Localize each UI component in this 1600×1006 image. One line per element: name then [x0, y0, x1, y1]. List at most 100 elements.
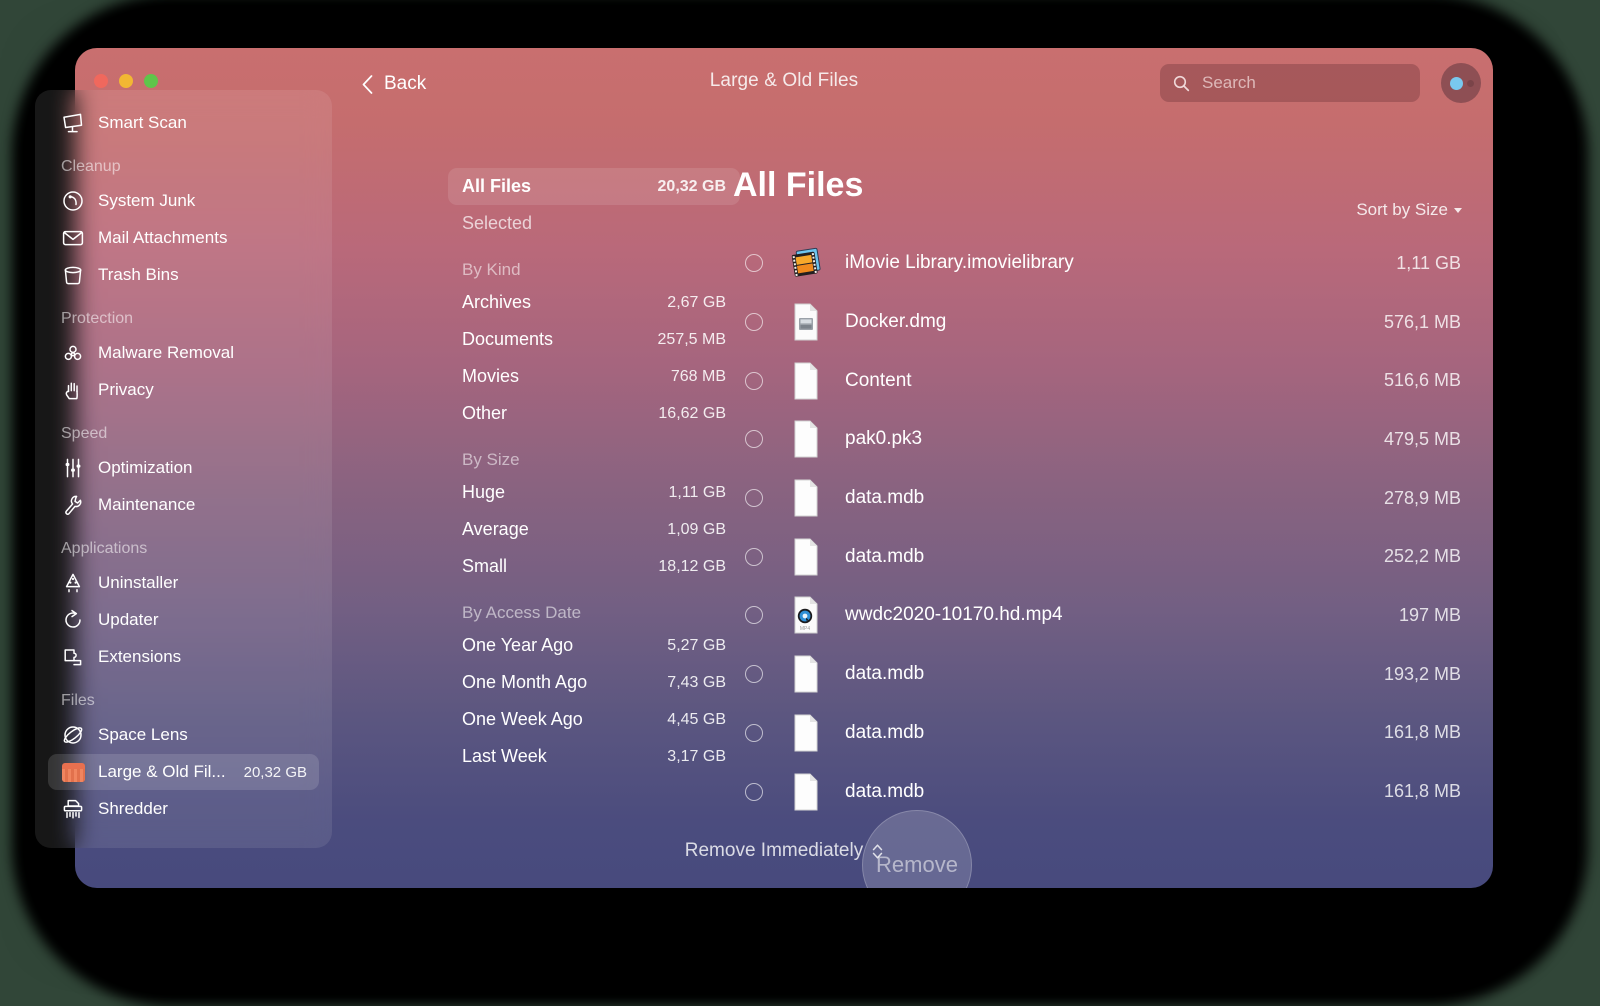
- biohazard-icon: [61, 341, 85, 365]
- file-size: 197 MB: [1399, 605, 1461, 626]
- filter-row-one-month-ago[interactable]: One Month Ago 7,43 GB: [448, 664, 740, 701]
- hand-icon: [61, 378, 85, 402]
- file-row[interactable]: data.mdb252,2 MB: [733, 527, 1469, 586]
- filter-row-selected[interactable]: Selected: [448, 205, 740, 242]
- generic-file-icon: [789, 713, 823, 753]
- filter-row-value: 5,27 GB: [667, 637, 726, 655]
- file-checkbox[interactable]: [745, 548, 763, 566]
- sidebar-item-label: Mail Attachments: [98, 228, 307, 248]
- sidebar-item-privacy[interactable]: Privacy: [48, 372, 319, 408]
- file-checkbox[interactable]: [745, 254, 763, 272]
- file-checkbox[interactable]: [745, 430, 763, 448]
- file-name: data.mdb: [845, 546, 1384, 568]
- search-input[interactable]: [1202, 73, 1407, 93]
- sidebar-item-system-junk[interactable]: System Junk: [48, 183, 319, 219]
- filter-row-average[interactable]: Average1,09 GB: [448, 511, 740, 548]
- filter-row-one-week-ago[interactable]: One Week Ago4,45 GB: [448, 701, 740, 738]
- filter-row-value: 768 MB: [671, 368, 726, 386]
- file-icon-wrap: [789, 478, 823, 518]
- remove-button[interactable]: Remove: [862, 810, 972, 888]
- sidebar-item-large-old-fil[interactable]: Large & Old Fil...20,32 GB: [48, 754, 319, 790]
- hand-icon-wrap: [60, 377, 86, 403]
- wrench-icon: [61, 493, 85, 517]
- file-row[interactable]: Content516,6 MB: [733, 351, 1469, 410]
- sidebar-item-extensions[interactable]: Extensions: [48, 639, 319, 675]
- file-row[interactable]: Docker.dmg576,1 MB: [733, 293, 1469, 352]
- filter-row-label: Selected: [462, 213, 532, 234]
- filter-row-documents[interactable]: Documents257,5 MB: [448, 321, 740, 358]
- filter-row-value: 7,43 GB: [667, 674, 726, 692]
- filter-group-by-kind: By Kind: [448, 242, 740, 284]
- sidebar-item-smart-scan[interactable]: Smart Scan: [48, 105, 319, 141]
- filter-row-archives[interactable]: Archives 2,67 GB: [448, 284, 740, 321]
- extensions-icon: [61, 645, 85, 669]
- filter-row-huge[interactable]: Huge1,11 GB: [448, 474, 740, 511]
- filter-row-movies[interactable]: Movies 768 MB: [448, 358, 740, 395]
- file-row[interactable]: iMovie Library.imovielibrary1,11 GB: [733, 234, 1469, 293]
- file-checkbox[interactable]: [745, 489, 763, 507]
- file-size: 479,5 MB: [1384, 429, 1461, 450]
- file-row[interactable]: data.mdb161,8 MB: [733, 704, 1469, 763]
- sidebar-group-files: Files: [35, 676, 332, 716]
- file-row[interactable]: data.mdb193,2 MB: [733, 645, 1469, 704]
- shredder-icon-wrap: [60, 796, 86, 822]
- file-size: 516,6 MB: [1384, 370, 1461, 391]
- generic-file-icon: [789, 361, 823, 401]
- file-row[interactable]: pak0.pk3479,5 MB: [733, 410, 1469, 469]
- file-checkbox[interactable]: [745, 724, 763, 742]
- sidebar-item-uninstaller[interactable]: Uninstaller: [48, 565, 319, 601]
- filter-row-small[interactable]: Small18,12 GB: [448, 548, 740, 585]
- filter-row-label: Archives: [462, 292, 531, 313]
- file-row[interactable]: data.mdb278,9 MB: [733, 469, 1469, 528]
- sidebar-group-applications: Applications: [35, 524, 332, 564]
- sidebar-item-shredder[interactable]: Shredder: [48, 791, 319, 827]
- filter-row-other[interactable]: Other16,62 GB: [448, 395, 740, 432]
- sidebar-item-label: Shredder: [98, 799, 307, 819]
- filter-row-value: 16,62 GB: [658, 405, 726, 423]
- sidebar-item-space-lens[interactable]: Space Lens: [48, 717, 319, 753]
- file-checkbox[interactable]: [745, 665, 763, 683]
- shredder-icon: [61, 797, 85, 821]
- sidebar-item-trash-bins[interactable]: Trash Bins: [48, 257, 319, 293]
- sidebar-item-optimization[interactable]: Optimization: [48, 450, 319, 486]
- sidebar-item-updater[interactable]: Updater: [48, 602, 319, 638]
- file-list[interactable]: iMovie Library.imovielibrary1,11 GBDocke…: [733, 234, 1469, 814]
- avatar[interactable]: [1441, 63, 1481, 103]
- remove-mode-dropdown[interactable]: Remove Immediately: [685, 840, 883, 862]
- sidebar-item-mail-attachments[interactable]: Mail Attachments: [48, 220, 319, 256]
- file-row[interactable]: data.mdb161,8 MB: [733, 762, 1469, 814]
- filter-row-all-files[interactable]: All Files20,32 GB: [448, 168, 740, 205]
- mail-icon: [61, 226, 85, 250]
- system-junk-icon-wrap: [60, 188, 86, 214]
- filter-row-value: 2,67 GB: [667, 294, 726, 312]
- generic-file-icon: [789, 772, 823, 812]
- filter-row-value: 1,11 GB: [668, 484, 726, 502]
- filter-row-label: All Files: [462, 176, 531, 197]
- generic-file-icon: [789, 478, 823, 518]
- avatar-small-dot: [1467, 80, 1474, 87]
- file-checkbox[interactable]: [745, 783, 763, 801]
- filter-row-label: One Month Ago: [462, 672, 587, 693]
- file-icon-wrap: MP4: [789, 595, 823, 635]
- filter-row-last-week[interactable]: Last Week3,17 GB: [448, 738, 740, 775]
- remove-button-label: Remove: [876, 852, 958, 878]
- sidebar-group-protection: Protection: [35, 294, 332, 334]
- sidebar-item-malware-removal[interactable]: Malware Removal: [48, 335, 319, 371]
- sidebar-item-label: Malware Removal: [98, 343, 307, 363]
- file-checkbox[interactable]: [745, 313, 763, 331]
- file-checkbox[interactable]: [745, 606, 763, 624]
- file-name: data.mdb: [845, 663, 1384, 685]
- sidebar-item-maintenance[interactable]: Maintenance: [48, 487, 319, 523]
- smart-scan-icon: [61, 111, 85, 135]
- search-field[interactable]: [1160, 64, 1420, 102]
- file-checkbox[interactable]: [745, 372, 763, 390]
- file-row[interactable]: MP4 wwdc2020-10170.hd.mp4197 MB: [733, 586, 1469, 645]
- sort-control[interactable]: Sort by Size: [1356, 200, 1462, 220]
- uninstaller-icon-wrap: [60, 570, 86, 596]
- space-lens-icon: [61, 723, 85, 747]
- sidebar-item-label: Trash Bins: [98, 265, 307, 285]
- filter-row-one-year-ago[interactable]: One Year Ago5,27 GB: [448, 627, 740, 664]
- file-name: wwdc2020-10170.hd.mp4: [845, 604, 1399, 626]
- filter-row-value: 257,5 MB: [658, 331, 726, 349]
- filter-row-label: Movies: [462, 366, 519, 387]
